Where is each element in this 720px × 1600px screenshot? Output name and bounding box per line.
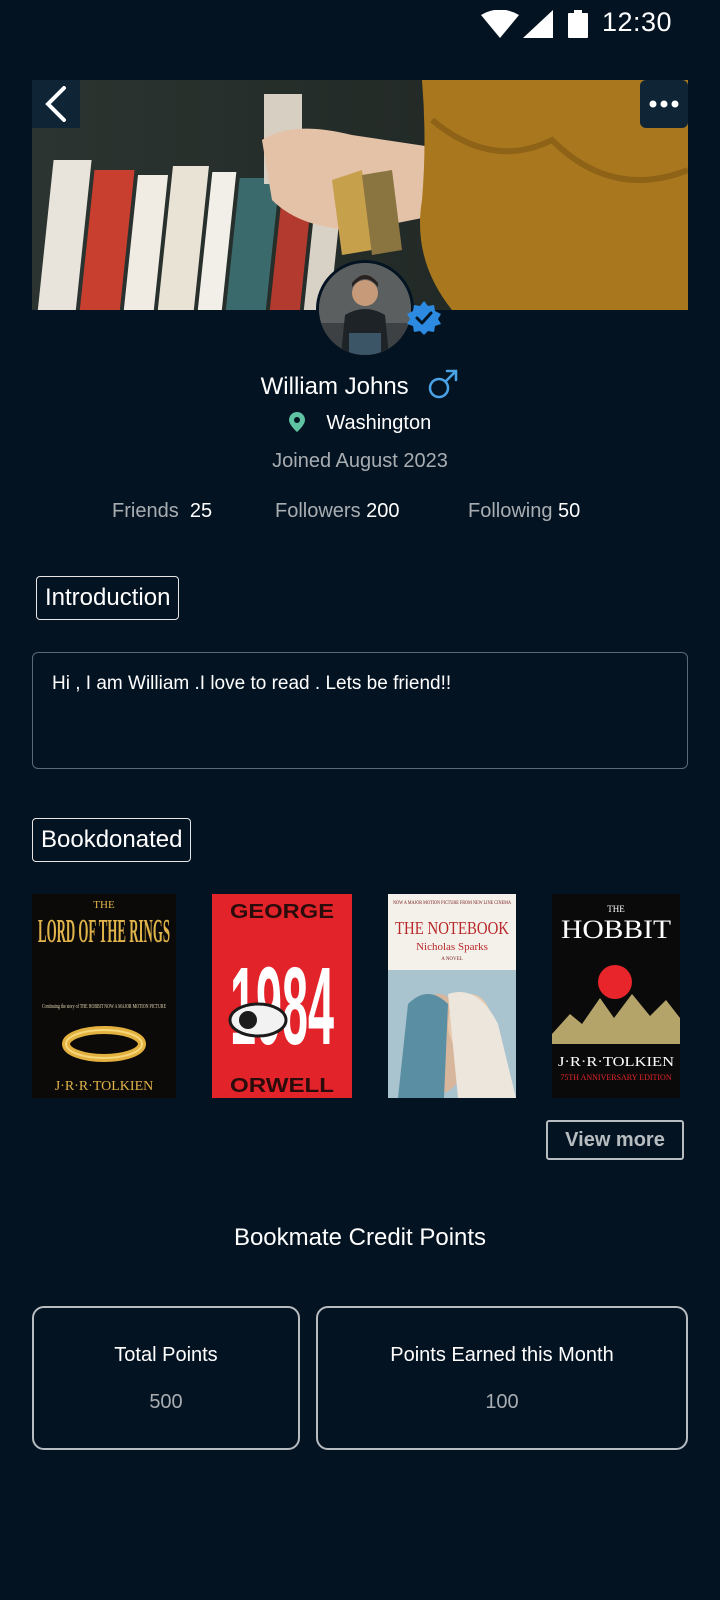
- book2-author-first: GEORGE: [230, 901, 334, 923]
- introduction-text: Hi , I am William .I love to read . Lets…: [32, 652, 688, 769]
- following-stat[interactable]: Following 50: [468, 500, 580, 523]
- verified-badge-icon: [407, 301, 441, 335]
- book2-author: ORWELL: [230, 1075, 334, 1097]
- friends-stat[interactable]: Friends 25: [112, 500, 212, 523]
- book1-title-top: THE: [93, 899, 115, 911]
- profile-name-row: William Johns: [0, 368, 720, 401]
- avatar[interactable]: [316, 260, 414, 358]
- profile-name: William Johns: [260, 373, 409, 400]
- book1-author: J·R·R·TOLKIEN: [55, 1079, 154, 1094]
- chevron-left-icon: [45, 86, 66, 122]
- book-cover-1984[interactable]: GEORGE 1984 ORWELL: [212, 894, 352, 1098]
- book-cover-lord-of-the-rings[interactable]: THE LORD OF THE RINGS Continuing the sto…: [32, 894, 176, 1098]
- followers-label: Followers: [275, 500, 361, 522]
- total-points-value: 500: [149, 1391, 183, 1413]
- clock: 12:30: [602, 7, 673, 37]
- view-more-button[interactable]: View more: [546, 1120, 684, 1160]
- introduction-heading: Introduction: [36, 576, 180, 620]
- book-cover-the-hobbit[interactable]: THE HOBBIT J·R·R·TOLKIEN 75TH ANNIVERSAR…: [552, 894, 680, 1098]
- book4-author: J·R·R·TOLKIEN: [558, 1055, 674, 1070]
- signal-icon: [523, 10, 553, 38]
- friends-label: Friends: [112, 500, 179, 522]
- friends-value: 25: [189, 500, 213, 522]
- book1-tagline: Continuing the story of THE HOBBIT NOW A…: [42, 1003, 166, 1010]
- monthly-points-label: Points Earned this Month: [390, 1344, 614, 1366]
- credit-points-heading: Bookmate Credit Points: [233, 1224, 487, 1251]
- male-icon: [429, 369, 458, 399]
- monthly-points-card: Points Earned this Month 100: [316, 1306, 688, 1450]
- bookdonated-heading: Bookdonated: [32, 818, 192, 862]
- book3-title: THE NOTEBOOK: [395, 918, 509, 938]
- status-bar: 12:30: [0, 0, 720, 50]
- book3-subtitle: A NOVEL: [441, 957, 463, 962]
- book3-tagline-top: NOW A MAJOR MOTION PICTURE FROM NEW LINE…: [393, 901, 511, 906]
- total-points-card: Total Points 500: [32, 1306, 300, 1450]
- total-points-label: Total Points: [114, 1344, 218, 1366]
- book4-title: HOBBIT: [561, 915, 671, 944]
- book1-title-main: LORD OF THE RINGS: [38, 913, 170, 950]
- book3-author: Nicholas Sparks: [416, 941, 488, 953]
- book-cover-the-notebook[interactable]: NOW A MAJOR MOTION PICTURE FROM NEW LINE…: [388, 894, 516, 1098]
- location-text: Washington: [326, 412, 432, 434]
- monthly-points-value: 100: [485, 1391, 519, 1413]
- book4-edition: 75TH ANNIVERSARY EDITION: [560, 1073, 671, 1082]
- following-value: 50: [558, 500, 581, 522]
- book4-title-top: THE: [607, 904, 625, 914]
- followers-value: 200: [366, 500, 400, 522]
- followers-stat[interactable]: Followers 200: [275, 500, 400, 523]
- location-row: Washington: [0, 412, 720, 435]
- battery-icon: [568, 10, 588, 38]
- location-pin-icon: [288, 412, 305, 432]
- joined-date: Joined August 2023: [272, 450, 448, 472]
- more-horizontal-icon: [649, 100, 679, 108]
- more-options-button[interactable]: [640, 80, 688, 128]
- wifi-icon: [481, 10, 519, 38]
- following-label: Following: [468, 500, 553, 522]
- back-button[interactable]: [32, 80, 80, 128]
